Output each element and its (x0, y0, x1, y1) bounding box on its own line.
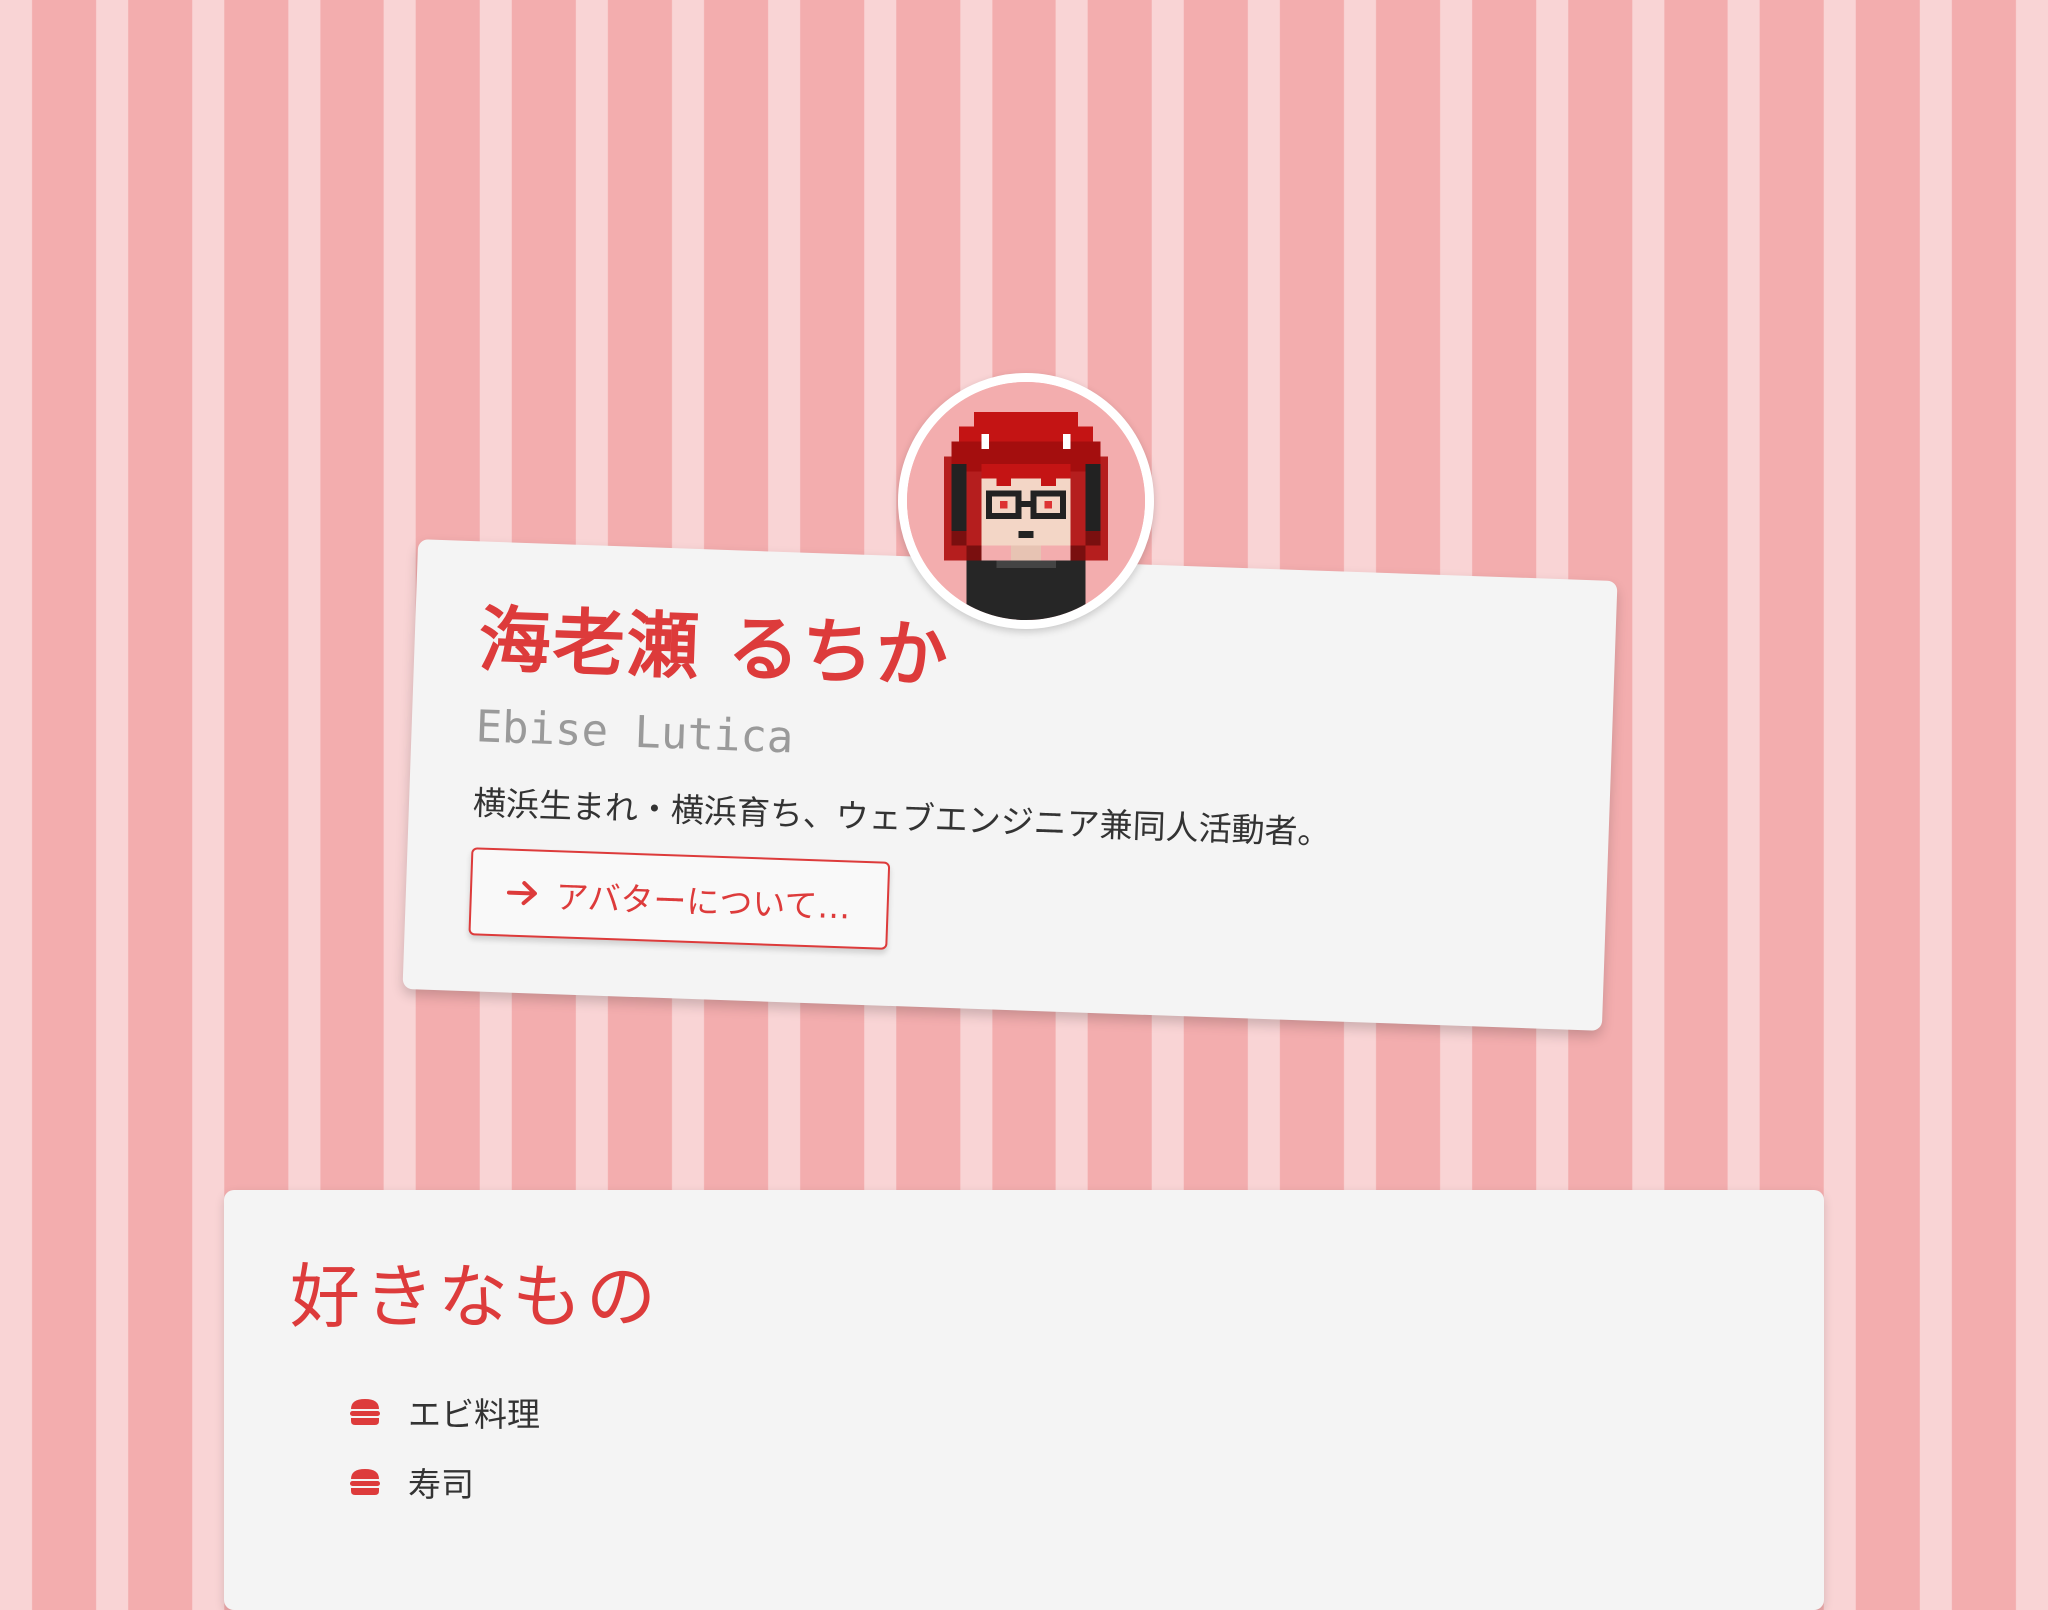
avatar (898, 373, 1154, 629)
favorite-label: エビ料理 (408, 1395, 540, 1434)
pixel-avatar-icon (907, 382, 1145, 620)
about-avatar-button-label: アバターについて… (555, 876, 852, 927)
favorites-list: エビ料理 寿司 (290, 1390, 1760, 1504)
profile-roman-name: Ebise Lutica (474, 701, 795, 764)
list-item: エビ料理 (348, 1390, 1760, 1434)
profile-bio: 横浜生まれ・横浜育ち、ウェブエンジニア兼同人活動者。 (472, 783, 1332, 853)
about-avatar-button[interactable]: アバターについて… (468, 846, 890, 950)
burger-icon (348, 1467, 382, 1497)
favorites-title: 好きなもの (290, 1256, 660, 1338)
favorites-card: 好きなもの エビ料理 寿司 (224, 1190, 1824, 1610)
list-item: 寿司 (348, 1460, 1760, 1504)
favorite-label: 寿司 (408, 1465, 474, 1504)
burger-icon (348, 1397, 382, 1427)
arrow-right-icon (505, 877, 540, 908)
